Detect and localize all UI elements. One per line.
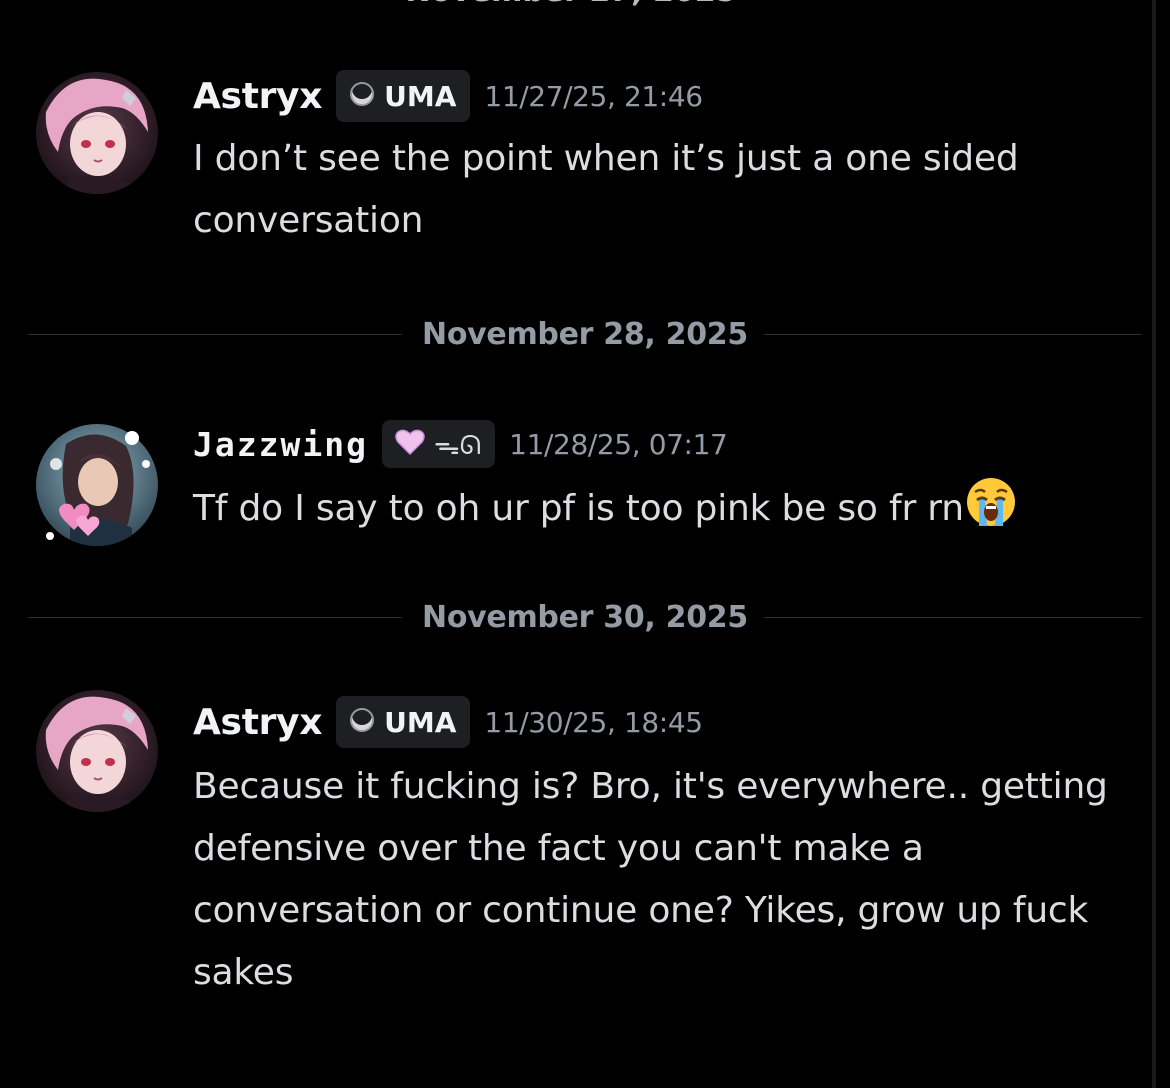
- date-divider-label: November 28, 2025: [422, 317, 748, 352]
- username[interactable]: Astryx: [193, 702, 322, 743]
- avatar[interactable]: [36, 424, 158, 546]
- scrollbar[interactable]: [1152, 0, 1156, 1088]
- message-text: Because it fucking is? Bro, it's everywh…: [193, 766, 1108, 993]
- guild-tag[interactable]: UMA: [336, 70, 471, 122]
- guild-tag[interactable]: ᯓᘏ: [381, 420, 496, 468]
- guild-tag-label: ᯓᘏ: [433, 431, 482, 461]
- guild-tag-label: UMA: [384, 705, 457, 739]
- message-text: Tf do I say to oh ur pf is too pink be s…: [193, 476, 1143, 548]
- message-header: Astryx UMA 11/30/25, 18:45: [193, 696, 703, 748]
- pink-heart-icon: [394, 428, 426, 460]
- divider-line: [764, 617, 1142, 618]
- timestamp: 11/28/25, 07:17: [509, 427, 728, 461]
- moon-badge-icon: [348, 705, 376, 738]
- date-divider: November 30, 2025: [28, 598, 1142, 638]
- moon-badge-icon: [348, 79, 376, 112]
- message-text: I don’t see the point when it’s just a o…: [193, 138, 1019, 241]
- date-divider-partial: November 27, 2025: [0, 0, 1142, 9]
- date-divider: November 28, 2025: [28, 315, 1142, 355]
- timestamp: 11/27/25, 21:46: [484, 79, 703, 113]
- message-header: Astryx UMA 11/27/25, 21:46: [193, 70, 703, 122]
- guild-tag[interactable]: UMA: [336, 696, 471, 748]
- message-header: Jazzwing ᯓᘏ 11/28/25, 07:17: [193, 418, 728, 470]
- divider-line: [764, 334, 1142, 335]
- username[interactable]: Jazzwing: [193, 425, 368, 464]
- avatar[interactable]: [36, 72, 158, 194]
- date-divider-label: November 30, 2025: [422, 600, 748, 635]
- guild-tag-label: UMA: [384, 79, 457, 113]
- avatar[interactable]: [36, 690, 158, 812]
- timestamp: 11/30/25, 18:45: [484, 705, 703, 739]
- loudly-crying-face-icon: [965, 476, 1017, 548]
- username[interactable]: Astryx: [193, 76, 322, 117]
- message-text-content: Tf do I say to oh ur pf is too pink be s…: [193, 488, 964, 529]
